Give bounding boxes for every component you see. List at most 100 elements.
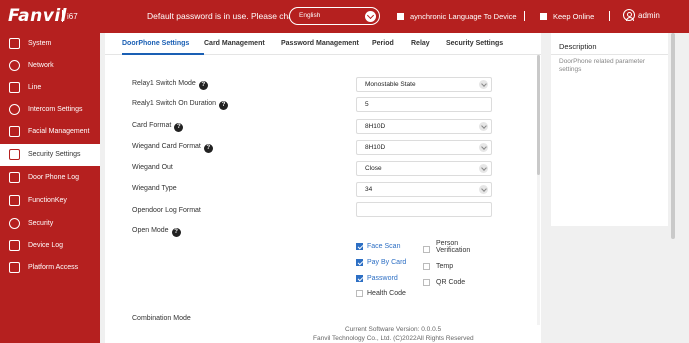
help-icon[interactable]: ? [171,228,181,237]
active-tab-indicator [122,53,204,55]
sidebar-item-label: Device Log [28,242,64,249]
face-scan-checkbox[interactable] [356,243,363,250]
fanvil-logo: Fanvil [8,6,67,26]
copyright: Fanvil Technology Co., Ltd. (C)2022All R… [313,335,474,342]
help-icon[interactable]: ? [198,81,208,90]
person-verification-label-line2: Verification [436,247,471,254]
health-code-checkbox[interactable] [356,290,363,297]
form-scrollbar-thumb[interactable] [537,55,540,175]
help-icon[interactable]: ? [174,123,184,132]
tab-relay[interactable]: Relay [411,40,430,47]
chevron-down-icon [479,80,488,89]
relay1-duration-label-text: Realy1 Switch On Duration [132,100,217,107]
software-version: Current Software Version: 0.0.0.5 [345,326,442,333]
wiegand-type-select[interactable]: 34 [356,182,492,197]
logo-divider [62,10,63,22]
log-icon [9,172,20,183]
sidebar-item-security[interactable]: Security [0,213,100,235]
sidebar-item-network[interactable]: Network [0,55,100,77]
open-mode-label: Open Mode? [132,227,181,237]
sidebar-item-security-settings[interactable]: Security Settings [0,144,100,166]
description-text: DoorPhone related parameter settings [559,58,645,73]
temp-label: Temp [436,263,454,270]
face-scan-label: Face Scan [367,243,401,250]
sidebar-item-system[interactable]: System [0,33,100,55]
sidebar-item-functionkey[interactable]: FunctionKey [0,190,100,212]
relay1-duration-value: 5 [365,101,369,108]
top-bar: Fanvil i67 Default password is in use. P… [0,0,689,33]
qr-code-checkbox[interactable] [423,279,430,286]
sidebar-item-label: Security Settings [28,151,81,158]
description-panel: Description DoorPhone related parameter … [551,33,668,226]
platform-icon [9,262,20,273]
sidebar: System Network Line Intercom Settings Fa… [0,33,100,343]
tab-bar: DoorPhone Settings Card Management Passw… [105,33,541,55]
help-icon[interactable]: ? [203,144,213,153]
keyboard-icon [9,195,20,206]
globe-icon [9,60,20,71]
sync-language-checkbox[interactable] [397,13,404,20]
relay1-mode-label-text: Relay1 Switch Mode [132,80,196,87]
tab-doorphone-settings[interactable]: DoorPhone Settings [122,40,189,47]
keep-online-checkbox[interactable] [540,13,547,20]
chevron-down-icon [479,143,488,152]
sidebar-item-label: FunctionKey [28,197,67,204]
shield-icon [9,218,20,229]
description-title: Description [559,42,597,51]
sidebar-item-platform-access[interactable]: Platform Access [0,257,100,279]
face-icon [9,126,20,137]
user-name[interactable]: admin [638,11,660,20]
relay1-duration-input[interactable]: 5 [356,97,492,112]
wiegand-out-value: Close [365,165,382,172]
security-settings-icon [9,149,20,160]
wiegand-card-format-label: Wiegand Card Format? [132,143,213,153]
tab-password-management[interactable]: Password Management [281,40,359,47]
sidebar-item-intercom-settings[interactable]: Intercom Settings [0,99,100,121]
main-panel: DoorPhone Settings Card Management Passw… [105,33,541,343]
password-checkbox[interactable] [356,275,363,282]
card-format-select[interactable]: 8H10D [356,119,492,134]
page-scrollbar[interactable] [671,33,675,239]
pay-by-card-checkbox[interactable] [356,259,363,266]
health-code-label: Health Code [367,290,406,297]
help-icon[interactable]: ? [219,101,229,110]
chevron-down-icon [479,122,488,131]
pay-by-card-label: Pay By Card [367,259,407,266]
tab-card-management[interactable]: Card Management [204,40,265,47]
combination-mode-label: Combination Mode [132,315,191,322]
sidebar-item-door-phone-log[interactable]: Door Phone Log [0,167,100,189]
header-divider [524,11,525,21]
sidebar-item-label: System [28,40,52,47]
keep-online-label: Keep Online [553,12,595,21]
wiegand-card-format-label-text: Wiegand Card Format [132,143,201,150]
opendoor-log-format-input[interactable] [356,202,492,217]
card-format-label: Card Format? [132,122,184,132]
wiegand-card-format-select[interactable]: 8H10D [356,140,492,155]
relay1-duration-label: Realy1 Switch On Duration? [132,100,229,110]
temp-checkbox[interactable] [423,263,430,270]
tab-security-settings[interactable]: Security Settings [446,40,503,47]
wiegand-card-format-value: 8H10D [365,144,386,151]
sidebar-item-label: Intercom Settings [28,106,83,113]
chevron-down-icon [479,185,488,194]
person-verification-checkbox[interactable] [423,246,430,253]
gear-icon [9,104,20,115]
device-model: i67 [67,12,78,21]
tab-period[interactable]: Period [372,40,394,47]
language-select[interactable]: English [289,7,380,25]
relay1-mode-select[interactable]: Monostable State [356,77,492,92]
user-icon[interactable] [623,9,635,21]
description-divider [551,54,668,55]
line-icon [9,82,20,93]
device-log-icon [9,240,20,251]
card-format-value: 8H10D [365,123,386,130]
chevron-down-icon [479,164,488,173]
sidebar-item-line[interactable]: Line [0,77,100,99]
card-format-label-text: Card Format [132,122,172,129]
relay1-mode-value: Monostable State [365,81,416,88]
sidebar-item-label: Platform Access [28,264,79,271]
wiegand-out-select[interactable]: Close [356,161,492,176]
sidebar-item-facial-management[interactable]: Facial Management [0,121,100,143]
open-mode-label-text: Open Mode [132,227,169,234]
sidebar-item-device-log[interactable]: Device Log [0,235,100,257]
